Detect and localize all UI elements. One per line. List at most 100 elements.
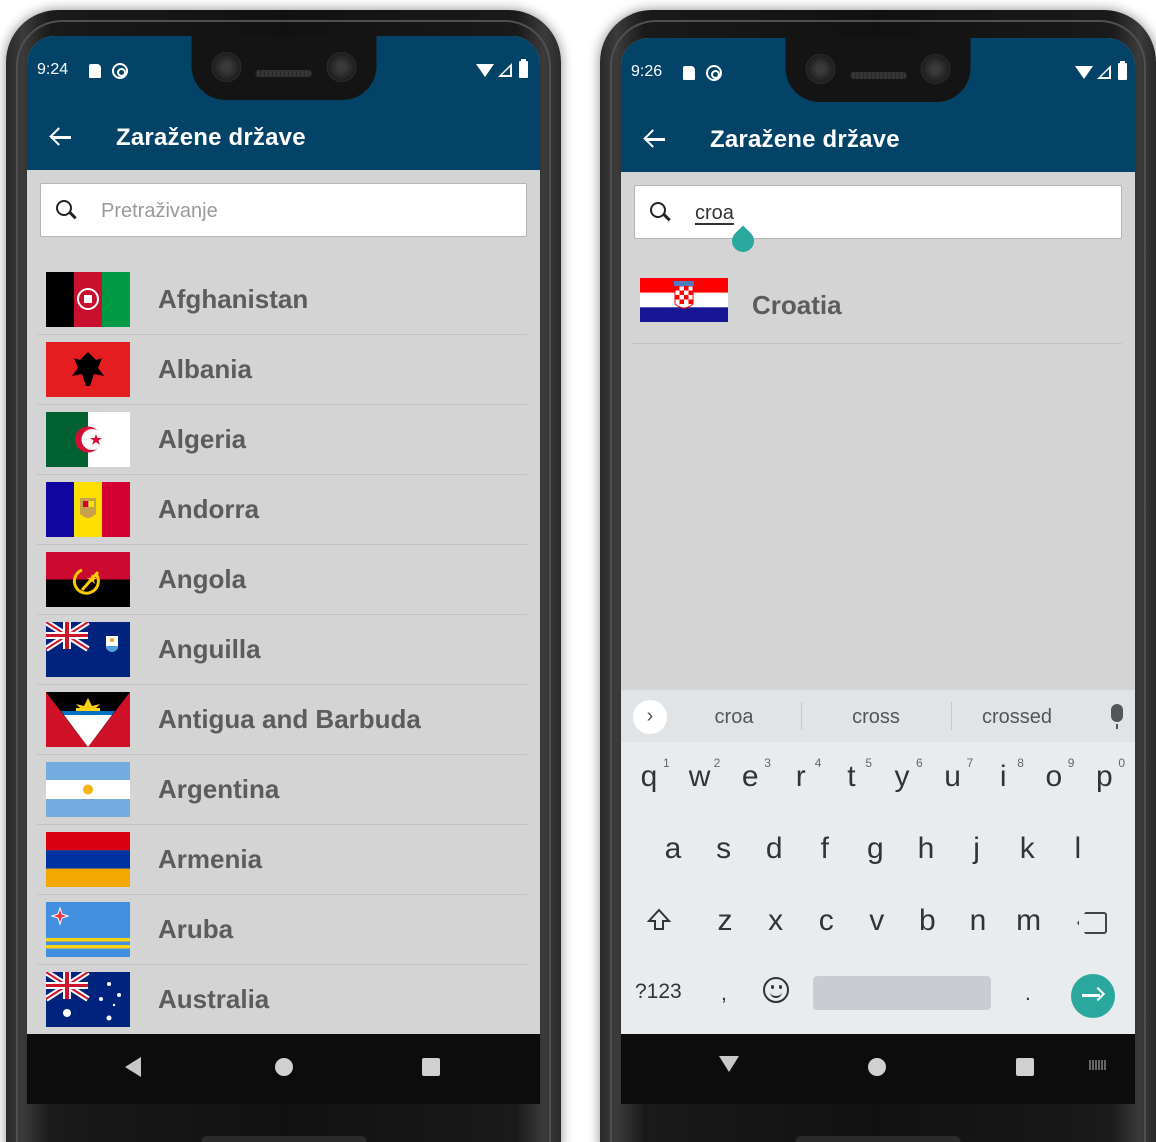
country-name: Antigua and Barbuda — [158, 704, 421, 734]
phone-chin — [201, 1136, 366, 1142]
microphone-icon[interactable] — [1111, 704, 1123, 729]
battery-icon — [1118, 61, 1127, 80]
list-item[interactable]: Armenia — [37, 825, 527, 895]
key-v[interactable]: v — [857, 904, 897, 938]
country-name: Albania — [158, 354, 252, 384]
status-time: 9:26 — [631, 63, 663, 80]
system-nav-bar — [27, 1034, 540, 1104]
country-name: Andorra — [158, 494, 260, 524]
suggestion-3[interactable]: crossed — [957, 706, 1077, 729]
suggestion-divider — [801, 702, 802, 730]
search-value[interactable]: croa — [695, 202, 734, 225]
signal-icon — [498, 63, 512, 77]
symbols-key[interactable]: ?123 — [635, 980, 682, 1004]
key-k[interactable]: k — [1007, 832, 1047, 866]
key-l[interactable]: l — [1058, 832, 1098, 866]
speaker-grille — [850, 72, 906, 79]
country-name: Aruba — [158, 914, 234, 944]
front-camera-icon — [805, 54, 836, 84]
search-icon — [56, 200, 72, 216]
key-number-hint: 2 — [713, 756, 721, 770]
signal-icon — [1097, 65, 1111, 79]
right-screen: 9:26 Zaražene države croa Croatia › croa… — [621, 38, 1135, 1104]
backspace-icon[interactable] — [1077, 912, 1107, 934]
list-item[interactable]: Croatia — [631, 268, 1122, 344]
key-s[interactable]: s — [704, 832, 744, 866]
list-item[interactable]: Antigua and Barbuda — [37, 685, 527, 755]
page-title: Zaražene države — [710, 126, 900, 153]
country-name: Croatia — [752, 290, 842, 320]
key-number-hint: 4 — [814, 756, 822, 770]
list-item[interactable]: Australia — [37, 965, 527, 1035]
system-nav-bar — [621, 1034, 1135, 1104]
antigua-barbuda-flag-icon — [46, 692, 130, 747]
list-item[interactable]: Afghanistan — [37, 265, 527, 335]
key-d[interactable]: d — [754, 832, 794, 866]
suggestion-strip: › croa cross crossed — [621, 690, 1135, 742]
right-phone: 9:26 Zaražene države croa Croatia › croa… — [600, 10, 1156, 1142]
key-g[interactable]: g — [855, 832, 895, 866]
front-camera-icon — [326, 52, 356, 82]
camera-notch — [191, 36, 376, 100]
app-bar: 9:24 Zaražene države — [27, 36, 540, 170]
shift-icon[interactable] — [646, 907, 672, 933]
key-n[interactable]: n — [958, 904, 998, 938]
key-m[interactable]: m — [1009, 904, 1049, 938]
key-x[interactable]: x — [756, 904, 796, 938]
page-title: Zaražene države — [116, 124, 306, 151]
wifi-icon — [1075, 66, 1093, 79]
country-name: Armenia — [158, 844, 263, 874]
list-item[interactable]: Albania — [37, 335, 527, 405]
on-screen-keyboard: › croa cross crossed ?123 , . q1w2e3r4 t… — [621, 690, 1135, 1034]
angola-flag-icon — [46, 552, 130, 607]
key-f[interactable]: f — [805, 832, 845, 866]
text-cursor-handle[interactable] — [727, 225, 759, 257]
comma-key[interactable]: , — [721, 982, 727, 1006]
country-name: Anguilla — [158, 634, 261, 664]
key-c[interactable]: c — [806, 904, 846, 938]
keyboard-dismiss-icon[interactable] — [719, 1056, 739, 1072]
suggestion-2[interactable]: cross — [816, 706, 936, 729]
list-item[interactable]: Argentina — [37, 755, 527, 825]
list-item[interactable]: Angola — [37, 545, 527, 615]
nav-home-icon[interactable] — [868, 1058, 886, 1076]
list-item[interactable]: Algeria — [37, 405, 527, 475]
search-input[interactable]: Pretraživanje — [40, 183, 527, 237]
nav-back-icon[interactable] — [125, 1057, 141, 1077]
emoji-icon[interactable] — [763, 977, 789, 1003]
key-a[interactable]: a — [653, 832, 693, 866]
nav-recents-icon[interactable] — [422, 1058, 440, 1076]
search-icon — [650, 202, 666, 218]
aruba-flag-icon — [46, 902, 130, 957]
country-name: Argentina — [158, 774, 280, 804]
suggestion-1[interactable]: croa — [674, 706, 794, 729]
enter-icon[interactable] — [1071, 974, 1115, 1018]
key-j[interactable]: j — [957, 832, 997, 866]
list-item[interactable]: Anguilla — [37, 615, 527, 685]
country-list: Afghanistan Albania Algeria Andorra Ango… — [37, 265, 527, 1035]
period-key[interactable]: . — [1025, 982, 1031, 1006]
afghanistan-flag-icon — [46, 272, 130, 327]
list-item[interactable]: Aruba — [37, 895, 527, 965]
sd-card-icon — [89, 64, 101, 78]
search-results: Croatia — [631, 268, 1122, 344]
space-bar[interactable] — [813, 976, 991, 1010]
back-arrow-icon[interactable] — [49, 126, 71, 148]
key-b[interactable]: b — [907, 904, 947, 938]
key-h[interactable]: h — [906, 832, 946, 866]
search-input[interactable]: croa — [634, 185, 1122, 257]
chevron-right-icon[interactable]: › — [633, 700, 667, 734]
nav-recents-icon[interactable] — [1016, 1058, 1034, 1076]
nav-home-icon[interactable] — [275, 1058, 293, 1076]
key-number-hint: 1 — [663, 756, 670, 770]
key-z[interactable]: z — [705, 904, 745, 938]
country-name: Afghanistan — [158, 284, 309, 314]
armenia-flag-icon — [46, 832, 130, 887]
keyboard-switch-icon[interactable] — [1089, 1060, 1107, 1070]
left-phone: 9:24 Zaražene države Pretraživanje Afgha… — [6, 10, 561, 1142]
back-arrow-icon[interactable] — [643, 128, 665, 150]
list-item[interactable]: Andorra — [37, 475, 527, 545]
sd-card-icon — [683, 66, 695, 80]
key-number-hint: 6 — [916, 756, 923, 770]
australia-flag-icon — [46, 972, 130, 1027]
